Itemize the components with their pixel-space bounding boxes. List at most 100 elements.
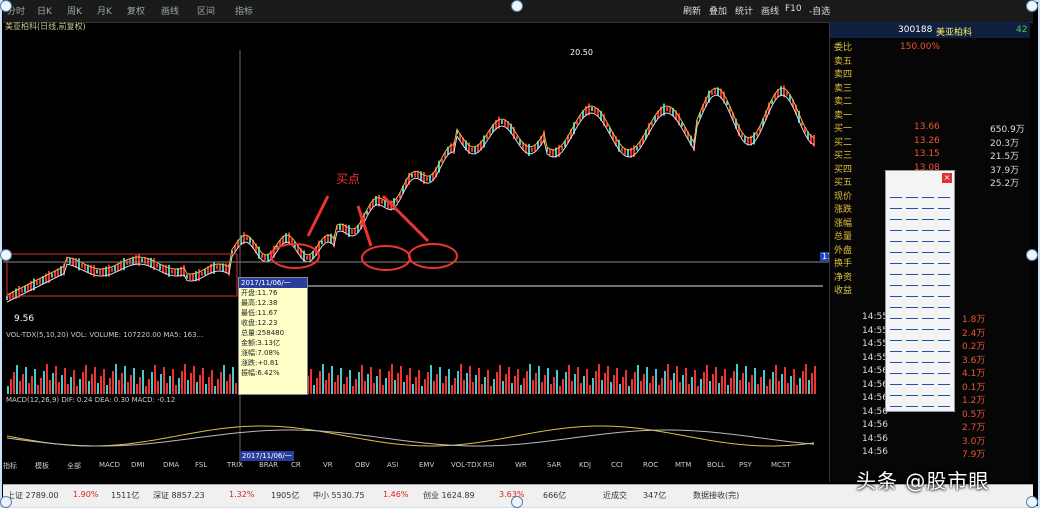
draw-tool-icon[interactable] — [938, 242, 950, 253]
tab-indicator[interactable]: DMA — [163, 461, 179, 469]
close-icon[interactable]: × — [942, 173, 952, 183]
tab-indicator[interactable]: OBV — [355, 461, 370, 469]
toolbar-item[interactable]: 月K — [97, 4, 112, 17]
tab-indicator[interactable]: CCI — [611, 461, 623, 469]
draw-tool-icon[interactable] — [922, 264, 934, 275]
tab-indicator[interactable]: RSI — [483, 461, 494, 469]
draw-tool-icon[interactable] — [890, 187, 902, 198]
draw-tool-icon[interactable] — [938, 330, 950, 341]
draw-tool-icon[interactable] — [922, 341, 934, 352]
tab-indicator[interactable]: FSL — [195, 461, 207, 469]
resize-handle[interactable] — [511, 0, 523, 12]
tab-indicator[interactable]: 全部 — [67, 461, 81, 471]
draw-tool-icon[interactable] — [922, 319, 934, 330]
draw-tool-icon[interactable] — [890, 319, 902, 330]
draw-tool-icon[interactable] — [922, 352, 934, 363]
draw-tool-icon[interactable] — [938, 220, 950, 231]
tab-indicator[interactable]: 模板 — [35, 461, 49, 471]
toolbar-item[interactable]: 画线 — [161, 4, 179, 17]
draw-tool-icon[interactable] — [938, 319, 950, 330]
tab-indicator[interactable]: TRIX — [227, 461, 243, 469]
draw-tool-icon[interactable] — [922, 385, 934, 396]
tab-indicator[interactable]: BRAR — [259, 461, 278, 469]
draw-tool-icon[interactable] — [906, 330, 918, 341]
tab-indicator[interactable]: MTM — [675, 461, 691, 469]
tab-indicator[interactable]: ASI — [387, 461, 398, 469]
toolbar-item[interactable]: 复权 — [127, 4, 145, 17]
draw-tool-icon[interactable] — [922, 396, 934, 407]
draw-tool-icon[interactable] — [922, 231, 934, 242]
tab-indicator[interactable]: BOLL — [707, 461, 725, 469]
right-toolbar-item[interactable]: -自选 — [809, 4, 830, 17]
draw-tool-icon[interactable] — [906, 319, 918, 330]
draw-tool-icon[interactable] — [938, 264, 950, 275]
draw-tool-icon[interactable] — [906, 396, 918, 407]
draw-tool-icon[interactable] — [906, 286, 918, 297]
toolbar-item[interactable]: 指标 — [235, 4, 253, 17]
draw-tool-icon[interactable] — [890, 275, 902, 286]
draw-tool-icon[interactable] — [938, 341, 950, 352]
tab-indicator[interactable]: KDJ — [579, 461, 591, 469]
draw-tool-icon[interactable] — [906, 363, 918, 374]
tab-indicator[interactable]: MACD — [99, 461, 120, 469]
tab-indicator[interactable]: VOL-TDX — [451, 461, 481, 469]
draw-tool-icon[interactable] — [922, 308, 934, 319]
toolbar-item[interactable]: 周K — [67, 4, 82, 17]
draw-tool-icon[interactable] — [906, 297, 918, 308]
draw-tool-icon[interactable] — [922, 330, 934, 341]
kline-chart[interactable] — [3, 36, 829, 474]
draw-tool-icon[interactable] — [890, 374, 902, 385]
draw-tool-icon[interactable] — [938, 253, 950, 264]
draw-tool-icon[interactable] — [922, 363, 934, 374]
draw-tool-icon[interactable] — [938, 297, 950, 308]
draw-tool-icon[interactable] — [938, 374, 950, 385]
draw-tool-icon[interactable] — [890, 264, 902, 275]
tab-indicator[interactable]: VR — [323, 461, 333, 469]
right-toolbar-item[interactable]: 统计 — [735, 4, 753, 17]
tab-indicator[interactable]: MCST — [771, 461, 791, 469]
draw-tool-icon[interactable] — [938, 308, 950, 319]
draw-tool-icon[interactable] — [906, 187, 918, 198]
draw-tool-icon[interactable] — [890, 253, 902, 264]
tab-indicator[interactable]: CR — [291, 461, 301, 469]
draw-tool-icon[interactable] — [922, 297, 934, 308]
right-toolbar-item[interactable]: 刷新 — [683, 4, 701, 17]
resize-handle[interactable] — [0, 0, 12, 12]
resize-handle[interactable] — [511, 496, 523, 508]
draw-tool-icon[interactable] — [890, 198, 902, 209]
draw-tool-icon[interactable] — [906, 220, 918, 231]
draw-tool-icon[interactable] — [922, 209, 934, 220]
draw-tool-icon[interactable] — [906, 264, 918, 275]
resize-handle[interactable] — [1026, 249, 1038, 261]
draw-tool-icon[interactable] — [906, 275, 918, 286]
draw-tool-icon[interactable] — [938, 363, 950, 374]
draw-tool-icon[interactable] — [938, 352, 950, 363]
draw-tool-icon[interactable] — [938, 187, 950, 198]
draw-tool-icon[interactable] — [890, 341, 902, 352]
tab-indicator[interactable]: WR — [515, 461, 527, 469]
draw-tool-icon[interactable] — [922, 374, 934, 385]
draw-tool-icon[interactable] — [890, 385, 902, 396]
draw-tool-icon[interactable] — [906, 385, 918, 396]
draw-tool-icon[interactable] — [938, 396, 950, 407]
draw-tool-icon[interactable] — [906, 253, 918, 264]
draw-tool-icon[interactable] — [922, 253, 934, 264]
draw-tool-icon[interactable] — [922, 220, 934, 231]
tab-indicator[interactable]: PSY — [739, 461, 752, 469]
draw-tool-icon[interactable] — [906, 231, 918, 242]
draw-tool-icon[interactable] — [906, 209, 918, 220]
tab-indicator[interactable]: EMV — [419, 461, 434, 469]
draw-tool-icon[interactable] — [922, 286, 934, 297]
right-toolbar-item[interactable]: F10 — [785, 4, 802, 14]
draw-tool-icon[interactable] — [938, 198, 950, 209]
draw-tool-icon[interactable] — [906, 374, 918, 385]
draw-tool-icon[interactable] — [890, 352, 902, 363]
resize-handle[interactable] — [0, 496, 12, 508]
draw-tool-icon[interactable] — [890, 242, 902, 253]
draw-tool-icon[interactable] — [922, 198, 934, 209]
draw-tool-icon[interactable] — [890, 220, 902, 231]
draw-tool-icon[interactable] — [906, 352, 918, 363]
draw-tool-icon[interactable] — [922, 242, 934, 253]
draw-tool-icon[interactable] — [906, 341, 918, 352]
tab-indicator[interactable]: ROC — [643, 461, 658, 469]
